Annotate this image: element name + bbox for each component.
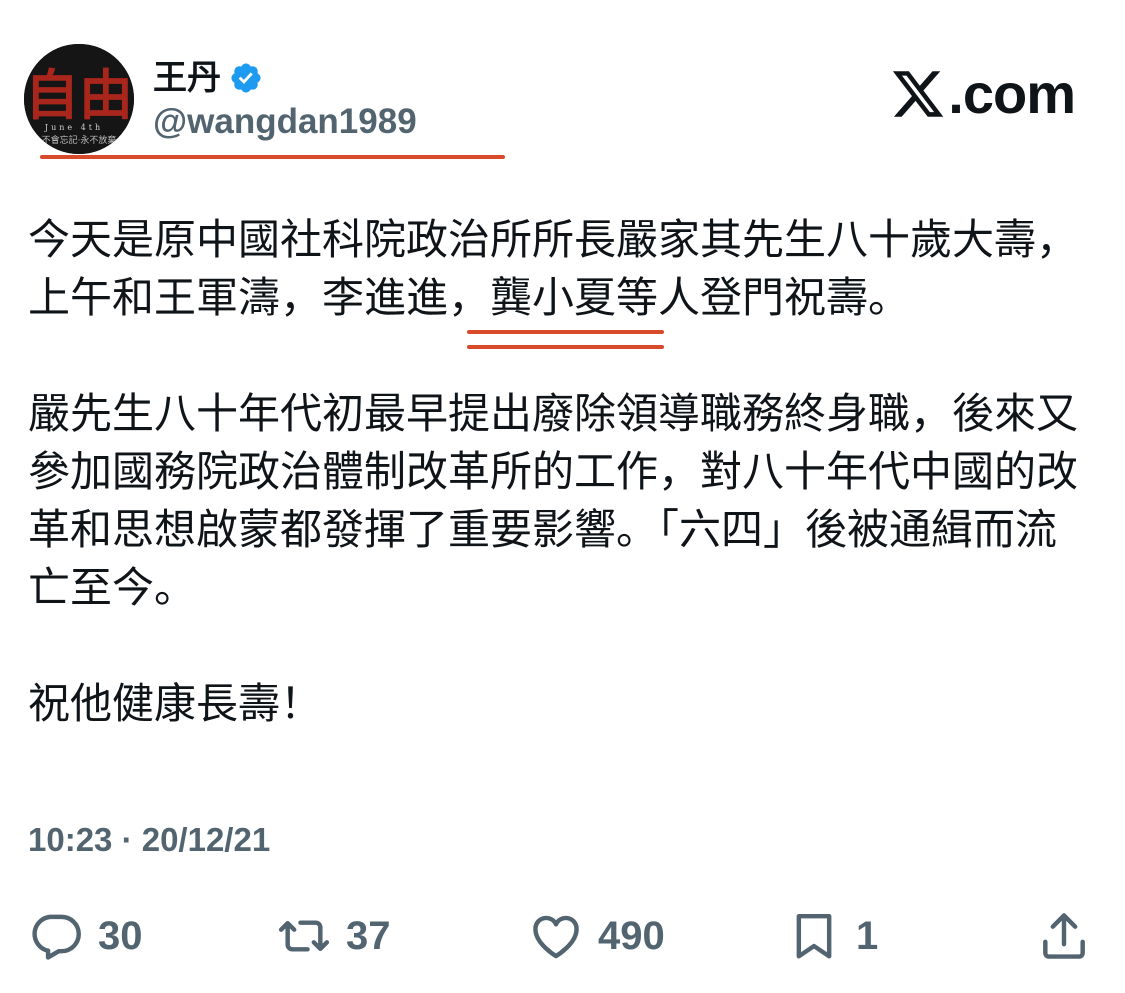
avatar-big-text: 自由 — [25, 63, 133, 127]
brand-label: .com — [948, 62, 1076, 125]
reply-button[interactable]: 30 — [28, 908, 143, 964]
paragraph-2: 嚴先生八十年代初最早提出廢除領導職務終身職，後來又 參加國務院政治體制改革所的工… — [28, 385, 1103, 617]
heart-icon — [533, 915, 579, 959]
tweet-card: 自由 June 4th 不會忘記·永不放棄 王丹 @wangdan1989 .c… — [0, 0, 1125, 993]
annotation-underline-author — [40, 155, 505, 159]
retweet-count: 37 — [346, 914, 391, 958]
share-button[interactable] — [1036, 908, 1092, 964]
annotation-underline-names — [467, 330, 664, 334]
text-line: 嚴先生八十年代初最早提出廢除領導職務終身職，後來又 — [28, 389, 1079, 438]
display-name[interactable]: 王丹 — [153, 58, 221, 98]
text-line: 上午和王軍濤，李進進，龔小夏等人登門祝壽。 — [28, 273, 911, 322]
bookmark-icon — [796, 913, 832, 959]
annotation-underline-names-2 — [467, 345, 664, 349]
tweet-text: 今天是原中國社科院政治所所長嚴家其先生八十歲大壽， 上午和王軍濤，李進進，龔小夏… — [28, 211, 1103, 733]
paragraph-3: 祝他健康長壽！ — [28, 675, 1103, 733]
like-button[interactable]: 490 — [528, 908, 665, 964]
x-logo-icon — [893, 71, 944, 117]
text-line: 參加國務院政治體制改革所的工作，對八十年代中國的改 — [28, 447, 1079, 496]
retweet-button[interactable]: 37 — [276, 908, 391, 964]
avatar-line1: June 4th — [44, 123, 103, 132]
text-line: 祝他健康長壽！ — [28, 679, 323, 728]
author-handle[interactable]: @wangdan1989 — [153, 101, 417, 143]
bookmark-button[interactable]: 1 — [786, 908, 878, 964]
author-name-row[interactable]: 王丹 — [153, 58, 263, 98]
timestamp[interactable]: 10:23 · 20/12/21 — [28, 818, 270, 862]
verified-badge-icon — [231, 63, 261, 93]
paragraph-1: 今天是原中國社科院政治所所長嚴家其先生八十歲大壽， 上午和王軍濤，李進進，龔小夏… — [28, 211, 1103, 327]
action-bar: 30 37 490 1 — [28, 908, 1098, 974]
brand-logo: .com — [890, 62, 1076, 126]
reply-icon — [32, 914, 81, 960]
avatar-line2: 不會忘記·永不放棄 — [42, 134, 117, 146]
avatar-image: 自由 June 4th 不會忘記·永不放棄 — [24, 44, 134, 154]
reply-count: 30 — [98, 914, 143, 958]
like-count: 490 — [598, 914, 665, 958]
avatar[interactable]: 自由 June 4th 不會忘記·永不放棄 — [24, 44, 134, 154]
text-line: 亡至今。 — [28, 563, 197, 612]
text-line: 革和思想啟蒙都發揮了重要影響。「六四」後被通緝而流 — [28, 505, 1058, 554]
bookmark-count: 1 — [856, 914, 879, 958]
text-line: 今天是原中國社科院政治所所長嚴家其先生八十歲大壽， — [28, 215, 1079, 264]
share-icon — [1043, 913, 1085, 959]
retweet-icon — [278, 920, 330, 952]
